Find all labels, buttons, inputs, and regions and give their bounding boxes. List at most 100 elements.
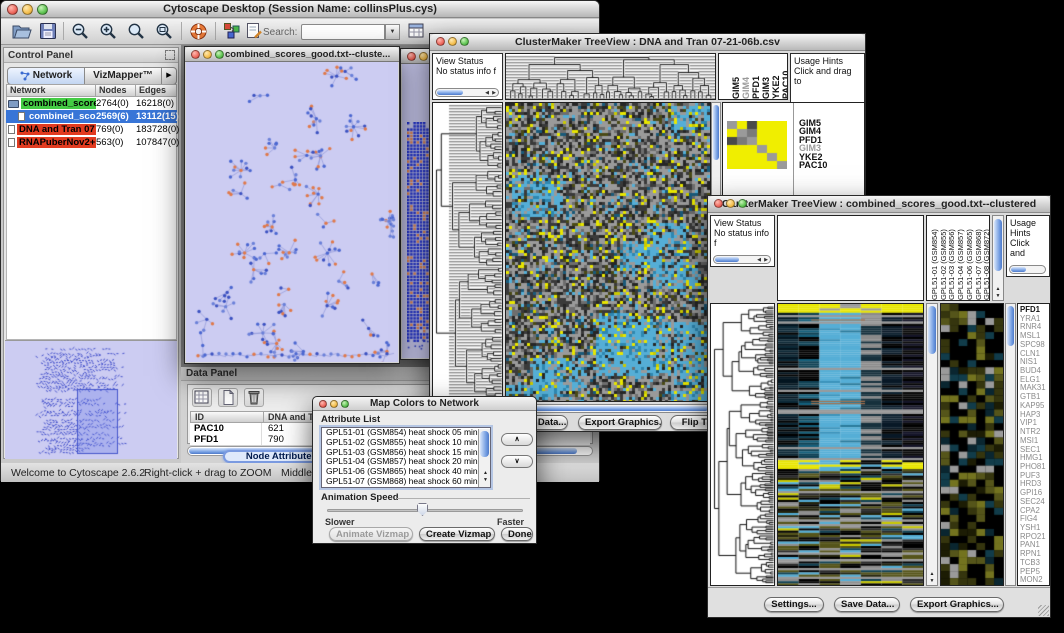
scroll-thumb[interactable] [994,219,1002,271]
network-canvas-area[interactable] [186,62,398,362]
scroll-right-arrow-icon[interactable]: ▶ [764,256,768,264]
zoom-selected-icon[interactable] [155,22,174,41]
col-nodes[interactable]: Nodes [96,84,136,97]
minimize-button[interactable] [726,199,735,208]
export-graphics-button[interactable]: Export Graphics... [578,415,662,430]
scroll-thumb[interactable] [928,306,936,354]
attribute-table-icon[interactable] [407,22,426,40]
vizmap-icon[interactable] [223,22,241,40]
new-attribute-icon[interactable] [218,388,238,407]
animate-vizmap-button[interactable]: Animate Vizmap [329,527,413,541]
close-button[interactable] [436,37,445,46]
tv1-zoom-matrix-canvas[interactable] [727,121,787,169]
attribute-list-scrollbar[interactable]: ▲ ▼ [478,429,490,487]
help-lifering-icon[interactable] [189,22,208,41]
minimize-button[interactable] [419,52,428,61]
tv2-row-dendrogram-panel[interactable] [710,303,775,586]
minimize-button[interactable] [22,4,33,15]
search-dropdown-arrow-icon[interactable]: ▼ [385,24,400,40]
scroll-right-arrow-icon[interactable]: ▶ [492,89,496,97]
move-up-button[interactable]: ∧ [501,433,533,446]
tab-network[interactable]: Network [7,67,85,85]
close-button[interactable] [714,199,723,208]
tv2-row-dendrogram-canvas[interactable] [711,304,774,585]
zoom-button[interactable] [215,50,224,59]
delete-attribute-trash-icon[interactable] [244,388,264,407]
scroll-left-arrow-icon[interactable]: ◀ [757,256,761,264]
minimize-button[interactable] [203,50,212,59]
close-button[interactable] [191,50,200,59]
tv2-zoom-heatmap-panel[interactable] [940,303,1004,586]
network-row[interactable]: DNA and Tran 07769(0)183728(0) [6,123,177,136]
tv1-titlebar[interactable]: ClusterMaker TreeView : DNA and Tran 07-… [430,34,865,51]
open-file-icon[interactable] [11,22,33,40]
birdseye-view[interactable] [5,340,177,458]
move-down-button[interactable]: ∨ [501,455,533,468]
tv2-heatmap-panel[interactable] [777,303,924,586]
done-button[interactable]: Done [501,527,533,541]
tv1-column-dendrogram-panel[interactable] [505,53,716,100]
tv1-column-dendrogram-canvas[interactable] [506,54,715,99]
scroll-thumb[interactable] [507,406,708,411]
scroll-thumb[interactable] [713,105,719,160]
network-row[interactable]: combined_sco2569(6)13112(15) [6,110,177,123]
zoom-fit-icon[interactable] [127,22,146,41]
settings-button[interactable]: Settings... [764,597,824,612]
scroll-thumb[interactable] [480,431,489,457]
main-titlebar[interactable]: Cytoscape Desktop (Session Name: collins… [1,1,599,18]
col-id[interactable]: ID [190,411,264,423]
network-graph-canvas[interactable] [186,62,398,362]
scroll-up-arrow-icon[interactable]: ▲ [993,286,1003,292]
scroll-thumb[interactable] [1007,306,1014,346]
tv1-heatmap-panel[interactable] [505,102,711,402]
attribute-list[interactable]: GPL51-01 (GSM854) heat shock 05 minGPL51… [321,427,491,488]
zoom-button[interactable] [341,400,349,408]
network-row[interactable]: RNAPuberNov2+563(0)107847(0) [6,136,177,149]
tv1-heatmap-canvas[interactable] [506,103,710,401]
scroll-down-arrow-icon[interactable]: ▼ [993,293,1003,299]
col-network[interactable]: Network [6,84,96,97]
tv1-status-scrollbar[interactable]: ◀ ▶ [435,88,499,97]
scroll-up-arrow-icon[interactable]: ▲ [927,571,937,577]
float-panel-icon[interactable] [165,50,175,60]
annotation-icon[interactable] [245,22,263,40]
tv2-gene-scrollbar[interactable] [1005,303,1016,586]
export-graphics-button[interactable]: Export Graphics... [910,597,1004,612]
zoom-button[interactable] [460,37,469,46]
zoom-button[interactable] [37,4,48,15]
tv2-titlebar[interactable]: ClusterMaker TreeView : combined_scores_… [708,196,1050,213]
close-button[interactable] [319,400,327,408]
tv1-horizontal-scrollbar[interactable] [505,404,719,413]
tv2-heatmap-scrollbar[interactable]: ▲ ▼ [926,303,938,586]
select-attributes-icon[interactable] [192,388,212,407]
resize-grip[interactable] [1038,605,1049,616]
zoom-in-icon[interactable] [99,22,118,41]
save-data-button[interactable]: Save Data... [834,597,900,612]
tv2-status-scrollbar[interactable]: ◀ ▶ [713,255,771,264]
zoom-out-icon[interactable] [71,22,90,41]
tv2-labels-scrollbar[interactable]: ▲ ▼ [992,215,1004,301]
create-vizmap-button[interactable]: Create Vizmap [419,527,495,541]
minimize-button[interactable] [448,37,457,46]
tv2-zoom-heatmap-canvas[interactable] [941,304,1003,585]
tv1-row-dendrogram-panel[interactable] [432,102,503,402]
search-input[interactable] [301,24,385,40]
scroll-down-arrow-icon[interactable]: ▼ [479,476,490,486]
close-button[interactable] [407,52,416,61]
zoom-button[interactable] [738,199,747,208]
save-icon[interactable] [39,22,57,40]
network-row[interactable]: combined_scores2764(0)16218(0) [6,97,177,110]
birdseye-canvas[interactable] [5,341,177,459]
minimize-button[interactable] [330,400,338,408]
scroll-down-arrow-icon[interactable]: ▼ [927,578,937,584]
scroll-thumb[interactable] [1011,267,1026,272]
tv2-usage-scrollbar[interactable] [1009,265,1046,274]
tv2-heatmap-canvas[interactable] [778,304,923,585]
tv2-column-tree-panel[interactable] [777,215,924,301]
scroll-thumb[interactable] [715,257,739,262]
attribute-item[interactable]: GPL51-07 (GSM868) heat shock 60 min [324,477,490,487]
tab-overflow-arrow[interactable]: ▶ [162,67,177,85]
col-edges[interactable]: Edges [136,84,177,97]
scroll-thumb[interactable] [437,90,463,95]
close-button[interactable] [7,4,18,15]
